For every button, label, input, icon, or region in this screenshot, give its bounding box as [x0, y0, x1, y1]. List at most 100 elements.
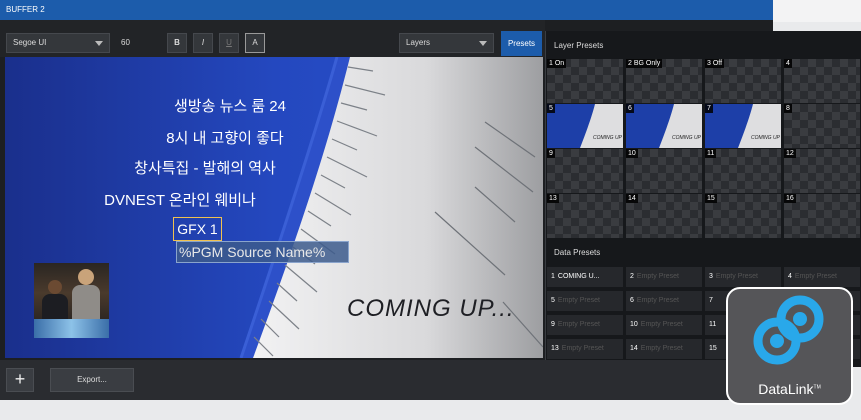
layer-preset-4[interactable]: 4 — [784, 59, 860, 103]
bold-button[interactable]: B — [167, 33, 187, 53]
underline-button[interactable]: U — [219, 33, 239, 53]
data-preset-4[interactable]: 4 Empty Preset — [784, 267, 860, 287]
text-background-button[interactable]: A — [245, 33, 265, 53]
layer-preset-label: 7 — [705, 104, 713, 113]
font-family-select[interactable]: Segoe UI — [6, 33, 110, 53]
data-preset-number: 11 — [709, 321, 717, 328]
layer-preset-label: 5 — [547, 104, 555, 113]
font-size-value: 60 — [121, 38, 130, 47]
data-preset-number: 4 — [788, 273, 792, 280]
preset-thumbnail — [626, 104, 702, 148]
font-family-value: Segoe UI — [13, 38, 47, 47]
layer-preset-13[interactable]: 13 — [547, 194, 623, 238]
layer-preset-12[interactable]: 12 — [784, 149, 860, 193]
headline-3[interactable]: 창사특집 - 발해의 역사 — [105, 157, 305, 178]
thumbnail-caption: COMING UP — [672, 135, 701, 141]
data-preset-10[interactable]: 10 Empty Preset — [626, 315, 702, 335]
layers-value: Layers — [406, 38, 431, 47]
data-preset-9[interactable]: 9 Empty Preset — [547, 315, 623, 335]
layer-preset-label: 2 BG Only — [626, 59, 663, 68]
person-body-icon — [72, 285, 100, 321]
window-title-extension — [773, 0, 861, 22]
layer-preset-label: 16 — [784, 194, 796, 203]
italic-button[interactable]: I — [193, 33, 213, 53]
data-preset-name: Empty Preset — [561, 345, 604, 352]
presets-button[interactable]: Presets — [501, 31, 542, 56]
data-preset-number: 9 — [551, 321, 555, 328]
data-preset-5[interactable]: 5 Empty Preset — [547, 291, 623, 311]
font-size-field[interactable]: 60 — [114, 33, 154, 53]
coming-up-text[interactable]: COMING UP... — [347, 295, 517, 323]
preset-thumbnail — [547, 104, 623, 148]
export-button[interactable]: Export... — [50, 368, 134, 392]
data-preset-name: Empty Preset — [636, 273, 679, 280]
data-preset-2[interactable]: 2 Empty Preset — [626, 267, 702, 287]
layer-preset-label: 3 Off — [705, 59, 725, 68]
data-preset-name: Empty Preset — [640, 345, 683, 352]
data-preset-number: 15 — [709, 345, 717, 352]
desk-light — [34, 319, 109, 338]
trademark-symbol: TM — [813, 384, 821, 391]
data-preset-name: Empty Preset — [794, 273, 837, 280]
data-preset-name: Empty Preset — [557, 297, 600, 304]
data-presets-title: Data Presets — [554, 248, 601, 257]
data-preset-name: Empty Preset — [715, 273, 758, 280]
data-preset-3[interactable]: 3 Empty Preset — [705, 267, 781, 287]
data-preset-1[interactable]: 1 COMING U... — [547, 267, 623, 287]
data-preset-number: 1 — [551, 273, 555, 280]
layer-preset-3[interactable]: 3 Off — [705, 59, 781, 103]
layer-preset-label: 6 — [626, 104, 634, 113]
layers-select[interactable]: Layers — [399, 33, 494, 53]
data-preset-name: Empty Preset — [636, 297, 679, 304]
person-head-icon — [48, 280, 62, 294]
gfx-label[interactable]: GFX 1 — [173, 217, 222, 241]
data-preset-number: 2 — [630, 273, 634, 280]
photo-placeholder[interactable] — [34, 263, 109, 338]
chevron-down-icon — [95, 41, 103, 46]
data-preset-number: 6 — [630, 297, 634, 304]
window-title: BUFFER 2 — [0, 0, 773, 20]
layer-preset-8[interactable]: 8 — [784, 104, 860, 148]
chevron-down-icon — [479, 41, 487, 46]
data-preset-14[interactable]: 14 Empty Preset — [626, 339, 702, 359]
layer-preset-11[interactable]: 11 — [705, 149, 781, 193]
data-preset-name: Empty Preset — [640, 321, 683, 328]
layer-presets-title: Layer Presets — [554, 41, 604, 50]
thumbnail-caption: COMING UP — [751, 135, 780, 141]
layer-preset-2[interactable]: 2 BG Only — [626, 59, 702, 103]
layer-preset-label: 4 — [784, 59, 792, 68]
data-preset-number: 10 — [630, 321, 638, 328]
layer-preset-7[interactable]: COMING UP 7 — [705, 104, 781, 148]
datalink-name: DataLink — [758, 381, 814, 397]
layer-preset-14[interactable]: 14 — [626, 194, 702, 238]
layer-preset-10[interactable]: 10 — [626, 149, 702, 193]
layer-preset-label: 9 — [547, 149, 555, 158]
add-button[interactable]: + — [6, 368, 34, 392]
layer-preset-label: 12 — [784, 149, 796, 158]
layer-preset-9[interactable]: 9 — [547, 149, 623, 193]
layer-preset-label: 13 — [547, 194, 559, 203]
data-preset-number: 3 — [709, 273, 713, 280]
datalink-wordmark: DataLinkTM — [728, 381, 851, 397]
data-preset-name: Empty Preset — [557, 321, 600, 328]
layer-preset-16[interactable]: 16 — [784, 194, 860, 238]
datalink-logo: DataLinkTM — [726, 287, 853, 405]
layer-preset-15[interactable]: 15 — [705, 194, 781, 238]
headline-1[interactable]: 생방송 뉴스 룸 24 — [140, 95, 320, 116]
data-preset-number: 5 — [551, 297, 555, 304]
thumbnail-caption: COMING UP — [593, 135, 622, 141]
source-name-token[interactable]: %PGM Source Name% — [176, 241, 349, 263]
editor-canvas[interactable]: 생방송 뉴스 룸 24 8시 내 고향이 좋다 창사특집 - 발해의 역사 DV… — [5, 57, 543, 358]
layer-preset-5[interactable]: COMING UP 5 — [547, 104, 623, 148]
data-preset-13[interactable]: 13 Empty Preset — [547, 339, 623, 359]
layer-preset-6[interactable]: COMING UP 6 — [626, 104, 702, 148]
data-preset-number: 14 — [630, 345, 638, 352]
headline-2[interactable]: 8시 내 고향이 좋다 — [135, 127, 315, 148]
headline-4[interactable]: DVNEST 온라인 웨비나 — [75, 189, 285, 210]
preset-thumbnail — [705, 104, 781, 148]
layer-preset-label: 15 — [705, 194, 717, 203]
data-preset-number: 7 — [709, 297, 713, 304]
data-preset-6[interactable]: 6 Empty Preset — [626, 291, 702, 311]
layer-preset-1[interactable]: 1 On — [547, 59, 623, 103]
layer-preset-label: 10 — [626, 149, 638, 158]
